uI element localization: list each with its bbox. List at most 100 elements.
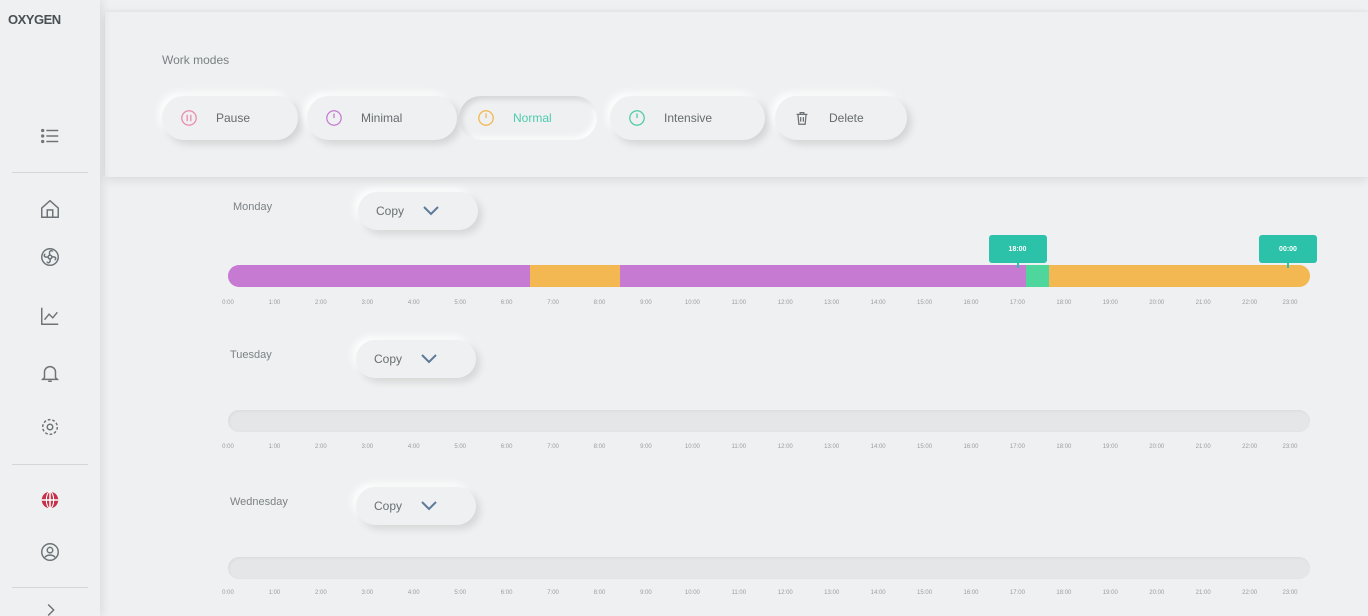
copy-label: Copy bbox=[374, 352, 403, 366]
hour-tick-label: 10:00 bbox=[684, 590, 700, 596]
hour-tick-label: 1:00 bbox=[268, 300, 281, 306]
copy-monday-button[interactable]: Copy bbox=[358, 192, 478, 230]
mode-pause-button[interactable]: Pause bbox=[162, 96, 298, 140]
schedule-segment-normal[interactable] bbox=[530, 265, 621, 287]
schedule-segment-intensive[interactable] bbox=[1025, 265, 1049, 287]
hour-tick-label: 21:00 bbox=[1195, 590, 1211, 596]
clock-icon bbox=[628, 109, 646, 127]
hour-tick-label: 4:00 bbox=[407, 300, 420, 306]
hour-tick-label: 7:00 bbox=[547, 300, 559, 306]
settings-icon[interactable] bbox=[38, 415, 62, 439]
hour-tick-label: 22:00 bbox=[1242, 444, 1258, 450]
schedule-segment-minimal[interactable] bbox=[620, 265, 1026, 287]
hour-tick-label: 0:00 bbox=[222, 300, 234, 306]
fan-icon[interactable] bbox=[38, 245, 62, 269]
hour-tick-label: 8:00 bbox=[593, 590, 606, 596]
hour-tick-label: 4:00 bbox=[407, 590, 420, 596]
clock-icon bbox=[477, 109, 495, 127]
hour-tick-label: 1:00 bbox=[268, 590, 281, 596]
hour-tick-label: 6:00 bbox=[500, 300, 513, 306]
copy-label: Copy bbox=[374, 499, 403, 513]
mode-label: Minimal bbox=[361, 111, 403, 125]
hour-tick-label: 17:00 bbox=[1009, 444, 1025, 450]
hour-tick-label: 17:00 bbox=[1009, 300, 1025, 306]
hour-tick-label: 14:00 bbox=[870, 444, 886, 450]
hour-tick-label: 10:00 bbox=[684, 300, 700, 306]
hour-tick-label: 12:00 bbox=[777, 590, 793, 596]
time-marker-tag[interactable]: 00:00 bbox=[1259, 235, 1317, 263]
trash-icon bbox=[793, 109, 811, 127]
schedule-segment-normal[interactable] bbox=[1048, 265, 1310, 287]
hour-tick-label: 12:00 bbox=[777, 300, 793, 306]
hour-tick-label: 2:00 bbox=[315, 444, 327, 450]
schedule-track-monday[interactable] bbox=[228, 265, 1310, 287]
time-marker-tag[interactable]: 18:00 bbox=[988, 235, 1047, 263]
hour-tick-label: 5:00 bbox=[454, 590, 467, 596]
hour-tick-label: 16:00 bbox=[963, 444, 979, 450]
user-icon[interactable] bbox=[38, 540, 62, 564]
schedule-track-tuesday[interactable] bbox=[228, 410, 1310, 432]
hour-axis-tuesday: 0:00 1:00 2:00 3:00 4:00 5:00 6:00 7:00 8:00 9:00… bbox=[222, 444, 1310, 454]
hour-tick-label: 7:00 bbox=[547, 590, 559, 596]
hour-tick-label: 10:00 bbox=[684, 444, 700, 450]
day-label-wednesday: Wednesday bbox=[230, 496, 288, 508]
schedule-track-wednesday[interactable] bbox=[228, 557, 1310, 579]
bell-icon[interactable] bbox=[38, 361, 62, 385]
hour-tick-label: 5:00 bbox=[454, 444, 467, 450]
globe-icon[interactable] bbox=[38, 488, 62, 512]
hour-tick-label: 2:00 bbox=[315, 300, 327, 306]
hour-tick-label: 11:00 bbox=[731, 590, 747, 596]
copy-tuesday-button[interactable]: Copy bbox=[356, 340, 476, 378]
hour-tick-label: 8:00 bbox=[593, 300, 606, 306]
work-modes-panel: Work modes Pause Minimal Normal Intensiv… bbox=[105, 12, 1368, 177]
logout-icon[interactable] bbox=[38, 598, 62, 616]
hour-tick-label: 8:00 bbox=[593, 444, 606, 450]
hour-tick-label: 11:00 bbox=[731, 300, 747, 306]
hour-tick-label: 14:00 bbox=[870, 300, 886, 306]
hour-tick-label: 3:00 bbox=[361, 590, 374, 596]
hour-axis-monday: 0:00 1:00 2:00 3:00 4:00 5:00 6:00 7:00 8:00 9:00… bbox=[222, 300, 1310, 310]
hour-tick-label: 22:00 bbox=[1242, 590, 1258, 596]
hour-tick-label: 4:00 bbox=[407, 444, 420, 450]
copy-wednesday-button[interactable]: Copy bbox=[356, 487, 476, 525]
mode-label: Intensive bbox=[664, 111, 713, 125]
hour-tick-label: 5:00 bbox=[454, 300, 467, 306]
hour-tick-label: 2:00 bbox=[315, 590, 327, 596]
clock-icon bbox=[325, 109, 343, 127]
mode-normal-button[interactable]: Normal bbox=[459, 96, 597, 140]
mode-label: Normal bbox=[513, 111, 552, 125]
hour-tick-label: 9:00 bbox=[640, 590, 652, 596]
hour-tick-label: 6:00 bbox=[500, 590, 513, 596]
chevron-down-icon bbox=[421, 354, 437, 364]
hour-tick-label: 7:00 bbox=[547, 444, 559, 450]
chart-icon[interactable] bbox=[38, 304, 62, 328]
hour-tick-label: 3:00 bbox=[361, 300, 374, 306]
sidebar-divider bbox=[12, 587, 88, 588]
mode-intensive-button[interactable]: Intensive bbox=[610, 96, 765, 140]
work-modes-title: Work modes bbox=[162, 53, 230, 67]
hour-tick-label: 9:00 bbox=[640, 444, 652, 450]
hour-tick-label: 15:00 bbox=[917, 300, 933, 306]
hour-tick-label: 0:00 bbox=[222, 590, 234, 596]
app-logo: OXYGEN bbox=[8, 12, 61, 27]
schedule-segment-minimal[interactable] bbox=[228, 265, 531, 287]
mode-minimal-button[interactable]: Minimal bbox=[307, 96, 457, 140]
sidebar-divider bbox=[12, 172, 88, 173]
home-icon[interactable] bbox=[38, 197, 62, 221]
chevron-down-icon bbox=[423, 206, 439, 216]
hour-tick-label: 1:00 bbox=[268, 444, 281, 450]
day-label-tuesday: Tuesday bbox=[230, 349, 272, 361]
pause-icon bbox=[180, 109, 198, 127]
menu-icon[interactable] bbox=[38, 124, 62, 148]
day-label-monday: Monday bbox=[233, 201, 273, 213]
hour-tick-label: 20:00 bbox=[1149, 590, 1165, 596]
chevron-down-icon bbox=[421, 501, 437, 511]
hour-tick-label: 6:00 bbox=[500, 444, 513, 450]
copy-label: Copy bbox=[376, 204, 405, 218]
hour-tick-label: 14:00 bbox=[870, 590, 886, 596]
hour-tick-label: 20:00 bbox=[1149, 300, 1165, 306]
hour-tick-label: 23:00 bbox=[1282, 590, 1298, 596]
hour-tick-label: 15:00 bbox=[917, 444, 933, 450]
mode-delete-button[interactable]: Delete bbox=[775, 96, 907, 140]
mode-label: Delete bbox=[829, 111, 864, 125]
